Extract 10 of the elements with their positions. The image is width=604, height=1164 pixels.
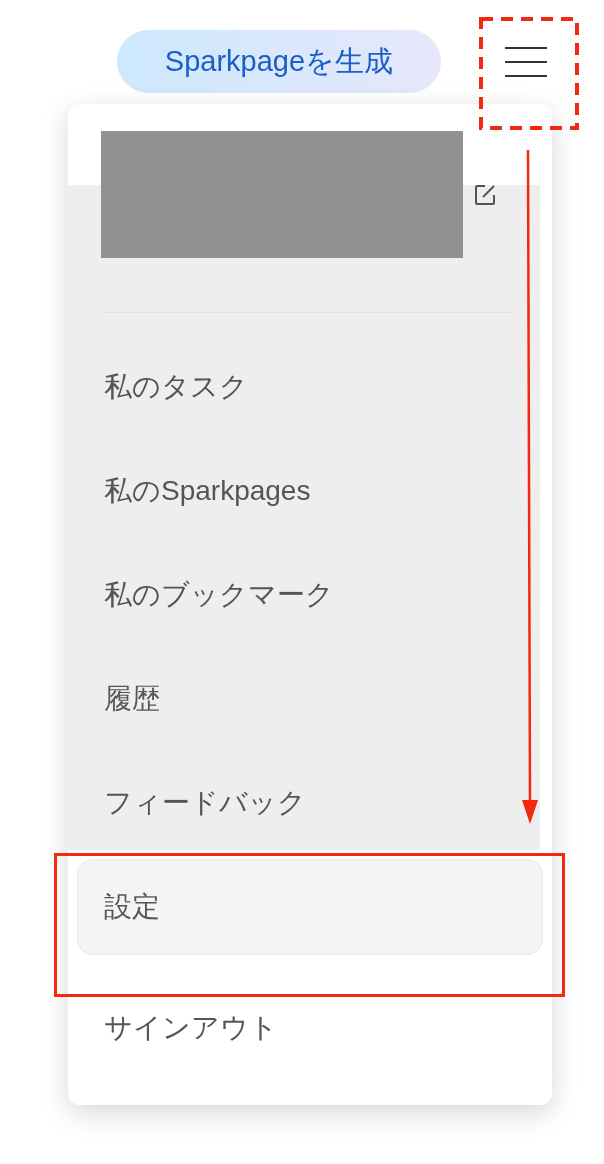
edit-icon[interactable]	[474, 183, 496, 206]
menu-item[interactable]: 履歴	[77, 651, 543, 747]
menu-item[interactable]: サインアウト	[77, 963, 543, 1075]
menu-item[interactable]: 私のタスク	[77, 339, 543, 435]
menu-item[interactable]: 設定	[77, 859, 543, 955]
menu-item[interactable]: 私のSparkpages	[77, 443, 543, 539]
menu-item[interactable]: フィードバック	[77, 755, 543, 851]
menu-icon[interactable]	[505, 45, 547, 78]
generate-button[interactable]: Sparkpageを生成	[117, 30, 441, 93]
menu-item[interactable]: 私のブックマーク	[77, 547, 543, 643]
